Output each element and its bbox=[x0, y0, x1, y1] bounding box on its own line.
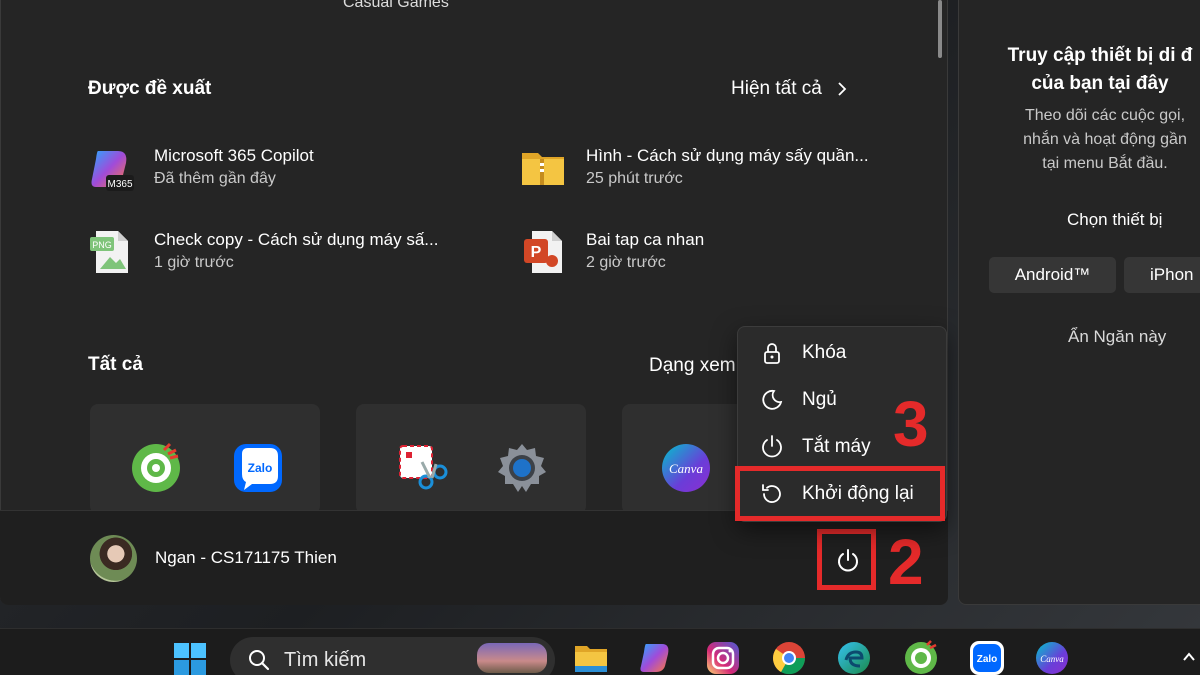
edge-icon[interactable] bbox=[836, 640, 872, 675]
recommended-section-title: Được đề xuất bbox=[88, 78, 212, 99]
settings-gear-icon[interactable] bbox=[496, 442, 548, 494]
recommended-item-zip-folder[interactable]: Hình - Cách sử dụng máy sấy quần... 25 p… bbox=[520, 145, 869, 191]
user-name[interactable]: Ngan - CS171175 Thien bbox=[155, 548, 337, 568]
shutdown-label: Tắt máy bbox=[802, 436, 871, 457]
zalo-taskbar-label: Zalo bbox=[977, 654, 998, 665]
chevron-right-icon bbox=[838, 82, 847, 96]
previous-list-item[interactable]: Casual Games bbox=[343, 0, 449, 12]
chrome-icon[interactable] bbox=[771, 640, 807, 675]
phone-panel-desc-line2: nhắn và hoạt động gần bbox=[1023, 131, 1187, 148]
lock-label: Khóa bbox=[802, 342, 847, 363]
recommended-item-time: 25 phút trước bbox=[586, 170, 683, 187]
avatar[interactable] bbox=[90, 535, 137, 582]
app-category-card[interactable] bbox=[356, 404, 586, 514]
recommended-item-png[interactable]: PNG Check copy - Cách sử dụng máy sấ... … bbox=[88, 229, 438, 275]
recommended-item-name: Microsoft 365 Copilot bbox=[154, 146, 314, 165]
canva-icon[interactable]: Canva bbox=[660, 442, 712, 494]
app-category-card[interactable] bbox=[90, 404, 320, 514]
canva-taskbar-label: Canva bbox=[1040, 654, 1064, 664]
view-mode-button[interactable]: Dạng xem bbox=[649, 355, 736, 377]
power-icon bbox=[762, 435, 782, 458]
zalo-label: Zalo bbox=[248, 461, 273, 475]
recommended-item-time: Đã thêm gần đây bbox=[154, 170, 276, 187]
recommended-item-name: Check copy - Cách sử dụng máy sấ... bbox=[154, 230, 439, 249]
recommended-item-time: 2 giờ trước bbox=[586, 254, 666, 271]
chevron-up-icon[interactable] bbox=[1180, 648, 1198, 666]
coccoc-icon[interactable] bbox=[130, 442, 182, 494]
zalo-taskbar-icon[interactable]: Zalo bbox=[969, 640, 1005, 675]
snipping-tool-icon[interactable] bbox=[396, 442, 448, 494]
show-all-button[interactable]: Hiện tất cả bbox=[731, 78, 848, 100]
search-placeholder: Tìm kiếm bbox=[284, 648, 367, 671]
search-icon bbox=[249, 650, 270, 671]
step-number-2: 2 bbox=[888, 526, 924, 598]
search-highlight-image bbox=[477, 643, 547, 673]
phone-panel-title: Truy cập thiết bị di đ của bạn tại đây bbox=[995, 42, 1200, 98]
search-input[interactable]: Tìm kiếm bbox=[230, 637, 555, 675]
svg-text:P: P bbox=[531, 244, 542, 261]
png-badge: PNG bbox=[92, 240, 112, 250]
instagram-icon[interactable] bbox=[705, 640, 741, 675]
step-number-3: 3 bbox=[893, 388, 929, 460]
show-all-label: Hiện tất cả bbox=[731, 78, 822, 99]
file-explorer-icon[interactable] bbox=[573, 640, 609, 675]
sleep-label: Ngủ bbox=[802, 389, 837, 410]
canva-taskbar-icon[interactable]: Canva bbox=[1034, 640, 1070, 675]
choose-device-label: Chọn thiết bị bbox=[1067, 210, 1163, 229]
recommended-item-m365[interactable]: M365 Microsoft 365 Copilot Đã thêm gần đ… bbox=[88, 145, 314, 191]
copilot-icon[interactable] bbox=[638, 640, 674, 675]
hide-panel-link[interactable]: Ẩn Ngăn này bbox=[1068, 327, 1166, 347]
start-menu-scrollbar[interactable] bbox=[938, 0, 942, 58]
m365-badge: M365 bbox=[107, 179, 132, 190]
lock-icon bbox=[764, 343, 780, 364]
recommended-item-time: 1 giờ trước bbox=[154, 254, 234, 271]
moon-icon bbox=[762, 389, 783, 410]
powerpoint-file-icon: P bbox=[520, 229, 566, 275]
phone-panel-title-line2: của bạn tại đây bbox=[1031, 73, 1169, 94]
phone-panel-desc-line3: tại menu Bắt đầu. bbox=[1042, 155, 1168, 172]
coccoc-taskbar-icon[interactable] bbox=[903, 640, 939, 675]
canva-label: Canva bbox=[669, 461, 703, 476]
folder-zip-icon bbox=[520, 145, 566, 191]
phone-panel-description: Theo dõi các cuộc gọi, nhắn và hoạt động… bbox=[1000, 104, 1200, 176]
phone-panel-desc-line1: Theo dõi các cuộc gọi, bbox=[1024, 107, 1186, 124]
recommended-item-name: Hình - Cách sử dụng máy sấy quần... bbox=[586, 146, 869, 165]
shutdown-menu-item[interactable]: Tắt máy bbox=[760, 435, 871, 459]
android-button[interactable]: Android™ bbox=[989, 257, 1116, 293]
user-bar bbox=[0, 510, 948, 605]
windows-start-icon[interactable] bbox=[172, 641, 208, 675]
restart-highlight bbox=[735, 466, 945, 521]
zalo-icon[interactable]: Zalo bbox=[232, 442, 284, 494]
all-apps-section-title: Tất cả bbox=[88, 354, 143, 375]
m365-copilot-icon: M365 bbox=[88, 145, 134, 191]
sleep-menu-item[interactable]: Ngủ bbox=[760, 388, 837, 412]
recommended-item-pptx[interactable]: P Bai tap ca nhan 2 giờ trước bbox=[520, 229, 704, 275]
lock-menu-item[interactable]: Khóa bbox=[760, 341, 846, 365]
phone-panel-title-line1: Truy cập thiết bị di đ bbox=[1007, 45, 1193, 66]
iphone-button[interactable]: iPhon bbox=[1124, 257, 1200, 293]
png-file-icon: PNG bbox=[88, 229, 134, 275]
recommended-item-name: Bai tap ca nhan bbox=[586, 230, 705, 249]
power-button-highlight bbox=[817, 529, 876, 590]
